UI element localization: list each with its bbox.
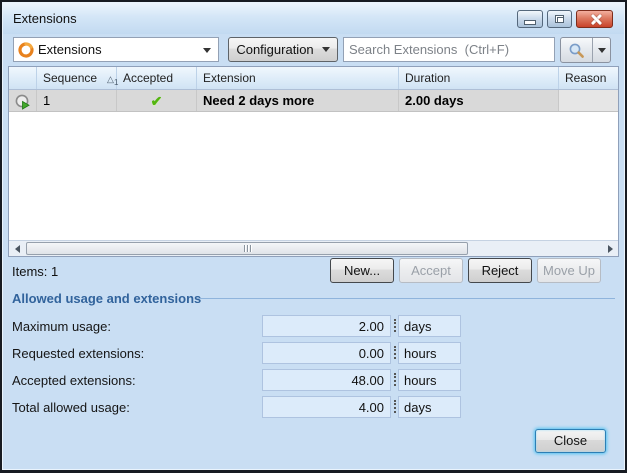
view-selector-dropdown[interactable]: Extensions	[13, 37, 219, 62]
titlebar[interactable]: Extensions	[3, 3, 624, 34]
extensions-dialog: Extensions Extensions Configuration Sear…	[0, 0, 627, 473]
window-title: Extensions	[13, 11, 77, 26]
view-selector-value: Extensions	[38, 42, 102, 57]
restore-button[interactable]	[547, 10, 572, 28]
minimize-button[interactable]	[517, 10, 543, 28]
cell-duration: 2.00 days	[399, 90, 559, 111]
restore-icon	[555, 15, 564, 23]
items-count: Items: 1	[12, 264, 59, 279]
accepted-extensions-unit[interactable]: hours	[398, 369, 461, 391]
close-icon	[590, 14, 601, 25]
chevron-down-icon	[597, 47, 606, 53]
search-split-button[interactable]	[560, 37, 611, 63]
cell-extension: Need 2 days more	[197, 90, 399, 111]
new-button[interactable]: New...	[330, 258, 394, 283]
column-header-sequence[interactable]: Sequence △1	[37, 67, 118, 89]
extensions-grid: Sequence △1 Accepted Extension Duration R…	[8, 66, 619, 257]
scroll-left-button[interactable]	[9, 241, 25, 256]
horizontal-scrollbar[interactable]	[9, 240, 618, 256]
total-allowed-usage-label: Total allowed usage:	[12, 400, 130, 415]
chevron-down-icon	[321, 47, 330, 52]
check-icon: ✔	[150, 93, 163, 109]
total-allowed-usage-unit[interactable]: days	[398, 396, 461, 418]
maximum-usage-value[interactable]: 2.00	[262, 315, 391, 337]
reject-button[interactable]: Reject	[468, 258, 532, 283]
extensions-ring-icon	[18, 41, 34, 58]
accepted-extensions-value[interactable]: 48.00	[262, 369, 391, 391]
requested-extensions-unit[interactable]: hours	[398, 342, 461, 364]
scroll-right-button[interactable]	[602, 241, 618, 256]
requested-extensions-label: Requested extensions:	[12, 346, 145, 361]
requested-extensions-value[interactable]: 0.00	[262, 342, 391, 364]
cell-sequence: 1	[37, 90, 117, 111]
scrollbar-thumb[interactable]	[26, 242, 468, 255]
accepted-extensions-label: Accepted extensions:	[12, 373, 136, 388]
spin-separator-icon	[393, 373, 396, 386]
move-up-button[interactable]: Move Up	[537, 258, 601, 283]
row-indicator-cell	[9, 90, 37, 111]
maximum-usage-label: Maximum usage:	[12, 319, 111, 334]
grid-empty-area	[9, 112, 618, 240]
spin-separator-icon	[393, 400, 396, 413]
column-header-reason[interactable]: Reason	[559, 67, 618, 89]
total-allowed-usage-value[interactable]: 4.00	[262, 396, 391, 418]
minimize-icon	[525, 21, 535, 24]
table-row[interactable]: 1 ✔ Need 2 days more 2.00 days	[9, 90, 618, 112]
configuration-button[interactable]: Configuration	[228, 37, 338, 62]
search-go-button[interactable]	[561, 38, 593, 62]
close-button[interactable]: Close	[535, 429, 606, 453]
chevron-down-icon	[203, 48, 211, 53]
column-header-extension[interactable]: Extension	[197, 67, 399, 89]
column-header-duration[interactable]: Duration	[399, 67, 559, 89]
search-icon	[569, 43, 584, 58]
close-window-button[interactable]	[576, 10, 613, 28]
grid-header: Sequence △1 Accepted Extension Duration R…	[9, 67, 618, 90]
section-title-allowed-usage: Allowed usage and extensions	[12, 291, 202, 306]
cell-reason	[559, 90, 618, 111]
configuration-label: Configuration	[236, 42, 314, 57]
spin-separator-icon	[393, 319, 396, 332]
column-header-accepted[interactable]: Accepted	[117, 67, 197, 89]
search-options-dropdown[interactable]	[593, 47, 610, 53]
active-row-icon	[15, 94, 30, 110]
arrow-right-icon	[607, 244, 613, 253]
column-header-indicator[interactable]	[9, 67, 37, 89]
arrow-left-icon	[14, 244, 20, 253]
section-divider	[198, 298, 615, 299]
cell-accepted: ✔	[117, 90, 197, 111]
maximum-usage-unit[interactable]: days	[398, 315, 461, 337]
search-input[interactable]	[343, 37, 555, 62]
accept-button[interactable]: Accept	[399, 258, 463, 283]
spin-separator-icon	[393, 346, 396, 359]
